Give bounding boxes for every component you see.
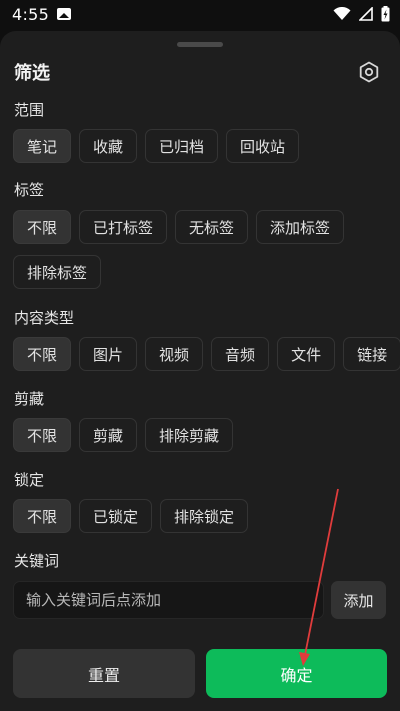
status-right — [333, 6, 390, 22]
settings-button[interactable] — [356, 59, 382, 85]
lock-option-any[interactable]: 不限 — [13, 499, 72, 533]
tags-option-any[interactable]: 不限 — [13, 210, 72, 244]
tags-option-exclude[interactable]: 排除标签 — [13, 255, 102, 289]
content-type-option-link[interactable]: 链接 — [343, 337, 400, 371]
content-type-label: 内容类型 — [14, 309, 75, 327]
clip-option-exclude[interactable]: 排除剪藏 — [145, 418, 234, 452]
keyword-label: 关键词 — [14, 552, 60, 570]
tags-option-untagged[interactable]: 无标签 — [175, 210, 249, 244]
clip-option-any[interactable]: 不限 — [13, 418, 72, 452]
tags-label: 标签 — [14, 181, 45, 199]
hexagon-gear-icon — [359, 61, 379, 83]
confirm-button[interactable]: 确定 — [206, 649, 387, 698]
lock-option-locked[interactable]: 已锁定 — [79, 499, 153, 533]
scope-option-favorites[interactable]: 收藏 — [79, 129, 138, 163]
keyword-input[interactable] — [13, 581, 324, 619]
scope-option-trash[interactable]: 回收站 — [226, 129, 300, 163]
content-type-option-any[interactable]: 不限 — [13, 337, 72, 371]
wifi-icon — [333, 7, 351, 20]
content-type-option-image[interactable]: 图片 — [79, 337, 138, 371]
scope-option-archived[interactable]: 已归档 — [145, 129, 219, 163]
scope-label: 范围 — [14, 101, 45, 119]
image-notification-icon — [57, 8, 72, 20]
content-type-options: 不限 图片 视频 音频 文件 链接 — [13, 337, 400, 371]
reset-button[interactable]: 重置 — [13, 649, 195, 698]
tags-options-row2: 排除标签 — [13, 255, 102, 289]
tags-option-add[interactable]: 添加标签 — [256, 210, 345, 244]
lock-option-exclude[interactable]: 排除锁定 — [160, 499, 249, 533]
clip-options: 不限 剪藏 排除剪藏 — [13, 418, 234, 452]
status-bar: 4:55 — [0, 0, 400, 28]
content-type-option-video[interactable]: 视频 — [145, 337, 204, 371]
clip-option-clipped[interactable]: 剪藏 — [79, 418, 138, 452]
battery-charging-icon — [381, 6, 390, 22]
drag-handle[interactable] — [177, 42, 223, 47]
status-time: 4:55 — [12, 4, 50, 24]
scope-option-notes[interactable]: 笔记 — [13, 129, 72, 163]
signal-icon — [359, 7, 373, 21]
lock-label: 锁定 — [14, 471, 45, 489]
tags-options-row1: 不限 已打标签 无标签 添加标签 — [13, 210, 345, 244]
sheet-title: 筛选 — [14, 63, 50, 84]
content-type-option-file[interactable]: 文件 — [277, 337, 336, 371]
add-keyword-button[interactable]: 添加 — [331, 581, 386, 619]
content-type-option-audio[interactable]: 音频 — [211, 337, 270, 371]
status-left: 4:55 — [12, 4, 72, 24]
scope-options: 笔记 收藏 已归档 回收站 — [13, 129, 300, 163]
filter-sheet: 筛选 范围 笔记 收藏 已归档 回收站 标签 不限 已打标签 无标签 添加标签 … — [0, 31, 400, 711]
tags-option-tagged[interactable]: 已打标签 — [79, 210, 168, 244]
lock-options: 不限 已锁定 排除锁定 — [13, 499, 249, 533]
clip-label: 剪藏 — [14, 390, 45, 408]
